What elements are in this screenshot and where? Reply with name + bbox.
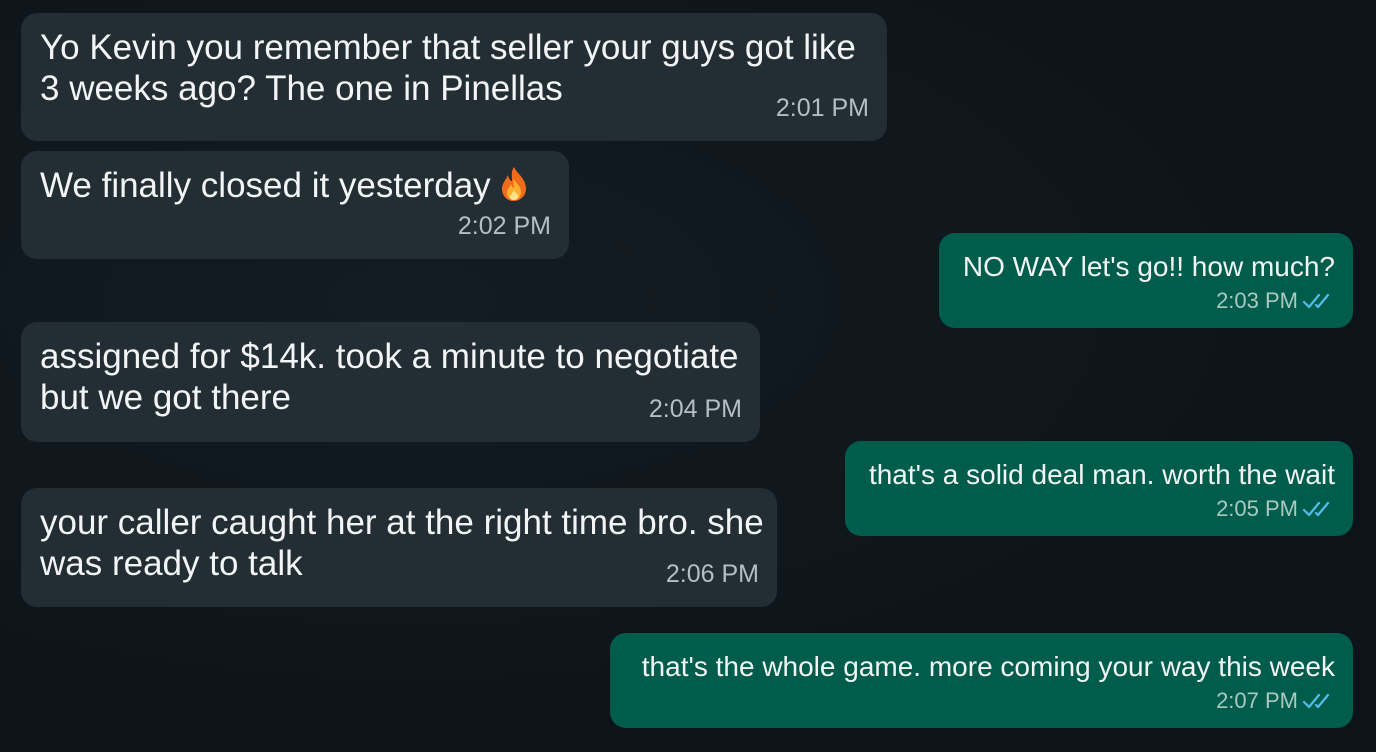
incoming-message[interactable]: assigned for $14k. took a minute to nego… bbox=[21, 322, 760, 442]
message-text-line: was ready to talk bbox=[40, 544, 303, 583]
message-text-line: Yo Kevin you remember that seller your g… bbox=[40, 28, 856, 67]
outgoing-message[interactable]: NO WAY let's go!! how much? 2:03 PM bbox=[939, 233, 1353, 328]
message-time: 2:03 PM bbox=[1216, 288, 1298, 313]
incoming-message[interactable]: We finally closed it yesterday 2:02 PM bbox=[21, 151, 569, 259]
message-text-line: but we got there bbox=[40, 378, 291, 417]
message-meta: 2:07 PM bbox=[1216, 684, 1335, 717]
message-text-line: assigned for $14k. took a minute to nego… bbox=[40, 337, 739, 376]
incoming-message[interactable]: Yo Kevin you remember that seller your g… bbox=[21, 13, 887, 141]
message-text-line: 3 weeks ago? The one in Pinellas bbox=[40, 69, 563, 108]
message-text-line: that's a solid deal man. worth the wait bbox=[868, 459, 1335, 490]
message-time: 2:06 PM bbox=[665, 560, 759, 588]
message-meta: 2:06 PM bbox=[666, 554, 759, 595]
message-time: 2:05 PM bbox=[1216, 496, 1298, 521]
message-meta: 2:05 PM bbox=[1216, 492, 1335, 525]
message-time: 2:04 PM bbox=[648, 395, 742, 423]
message-text-line: NO WAY let's go!! how much? bbox=[962, 251, 1335, 282]
message-time: 2:01 PM bbox=[775, 94, 869, 122]
message-text-wrap: We finally closed it yesterday bbox=[40, 165, 550, 206]
double-check-icon bbox=[1303, 693, 1330, 708]
message-time: 2:02 PM bbox=[457, 212, 551, 240]
chat-conversation: Yo Kevin you remember that seller your g… bbox=[0, 0, 1376, 752]
outgoing-message[interactable]: that's the whole game. more coming your … bbox=[610, 633, 1353, 728]
message-meta: 2:03 PM bbox=[1216, 284, 1335, 317]
message-meta: 2:04 PM bbox=[649, 389, 742, 430]
outgoing-message[interactable]: that's a solid deal man. worth the wait … bbox=[845, 441, 1353, 536]
double-check-icon bbox=[1303, 293, 1330, 308]
message-meta: 2:01 PM bbox=[776, 88, 869, 129]
message-meta: 2:02 PM bbox=[458, 206, 551, 247]
message-text-line: We finally closed it yesterday bbox=[40, 166, 491, 205]
message-text-line: your caller caught her at the right time… bbox=[40, 503, 764, 542]
message-time: 2:07 PM bbox=[1216, 688, 1298, 713]
message-text-line: that's the whole game. more coming your … bbox=[641, 651, 1335, 682]
incoming-message[interactable]: your caller caught her at the right time… bbox=[21, 488, 777, 607]
double-check-icon bbox=[1303, 501, 1330, 516]
fire-emoji bbox=[501, 167, 526, 201]
